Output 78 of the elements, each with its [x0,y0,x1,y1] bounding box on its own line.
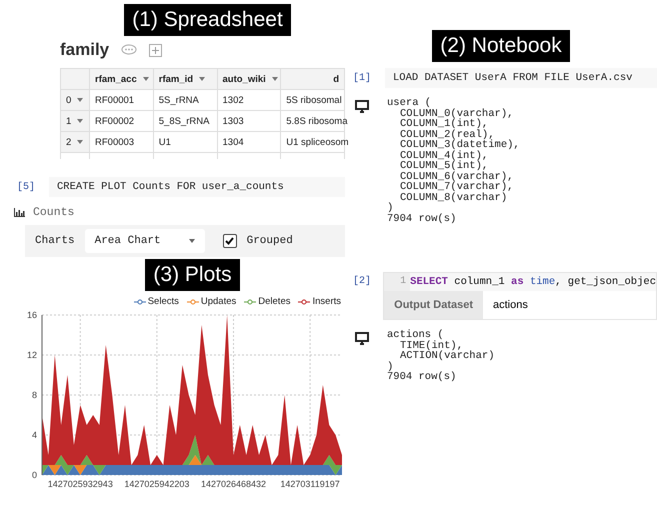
y-tick-label: 4 [32,430,37,440]
output-text: COLUMN_8(varchar) [399,192,508,203]
output-text: usera ( [387,98,432,108]
output-dataset-label: Output Dataset [393,299,474,311]
output-text: TIME(int), [399,340,464,351]
code-cell[interactable]: CREATE PLOT Counts FOR user_a_counts [49,177,345,197]
output-text: COLUMN_4(int), [399,150,490,161]
row-index: 0 [66,94,72,106]
bar-chart-icon [14,208,25,217]
cell-prompt: [2] [353,276,372,287]
output-text: ) [387,203,394,214]
caret-icon[interactable] [272,77,278,81]
y-tick-label: 0 [32,470,37,480]
plot-title: Counts [33,206,74,219]
caret-icon[interactable] [199,77,206,81]
output-text: COLUMN_5(int), [399,161,488,172]
legend-marker-icon [298,298,310,304]
output-text: COLUMN_0(varchar), [399,108,514,119]
table-cell: RF00003 [90,132,154,152]
y-tick-label: 12 [26,350,37,360]
table-cell: 1304 [217,132,281,152]
caption-label: (3) Plots [145,259,240,291]
y-tick-label: 16 [26,310,37,320]
legend-item[interactable]: Updates [186,296,236,307]
legend-marker-icon [134,298,146,304]
caret-icon[interactable] [77,98,84,102]
output-text: ) [387,362,394,372]
legend-item[interactable]: Inserts [298,296,341,307]
row-count: 7904 row(s) [387,214,458,224]
code-line[interactable]: SELECT column_1 as time, get_json_objec [410,276,656,288]
x-tick-label: 1427025932943 [48,479,113,489]
table-cell: 1302 [217,90,281,110]
grouped-checkbox[interactable] [222,234,237,248]
table-cell: 5S_rRNA [153,90,217,110]
row-count: 7904 row(s) [387,372,458,382]
table-cell: RF00001 [90,90,154,110]
table-cell: 5_8S_rRNA [153,110,217,132]
table-cell: U1 [153,132,217,152]
y-tick-label: 8 [32,390,37,400]
legend-item[interactable]: Deletes [244,296,290,307]
x-tick-label: 1427026468432 [200,479,266,489]
output-text: actions ( [387,330,444,340]
x-tick-label: 1427025942203 [124,479,190,489]
code-cell[interactable]: LOAD DATASET UserA FROM FILE UserA.csv [385,68,657,88]
legend-marker-icon [244,298,256,304]
table-cell: 5S ribosomal [280,90,344,110]
add-icon[interactable] [149,44,162,56]
grouped-label: Grouped [246,235,293,247]
table-cell: 1303 [217,110,281,132]
output-text: COLUMN_6(varchar), [399,172,514,182]
output-text: COLUMN_1(int), [399,119,488,130]
comment-icon[interactable] [121,44,138,56]
column-header[interactable]: d [333,74,339,84]
cell-prompt: [1] [353,72,372,84]
caption-label: (2) Notebook [432,30,570,62]
charts-label: Charts [35,235,75,247]
output-text: COLUMN_2(real), [399,130,495,140]
x-tick-label: 142703119197 [280,479,340,489]
sheet-title: family [60,40,110,60]
row-index: 1 [66,116,72,126]
caret-icon [188,239,195,243]
line-number: 1 [384,273,410,291]
table-cell: RF00002 [90,110,154,132]
cell-prompt: [5] [17,182,36,192]
legend-item[interactable]: Selects [134,296,179,307]
chart-type-dropdown[interactable]: Area Chart [84,229,205,253]
row-index: 2 [66,136,72,148]
monitor-icon [355,100,369,113]
caret-icon[interactable] [77,119,84,123]
legend-marker-icon [186,298,199,304]
caption-label: (1) Spreadsheet [124,4,291,36]
output-text: ACTION(varchar) [399,351,495,362]
monitor-icon [355,332,369,345]
output-text: COLUMN_3(datetime), [399,140,520,150]
caret-icon[interactable] [142,77,149,81]
output-text: COLUMN_7(varchar), [399,182,514,192]
caret-icon[interactable] [77,140,84,144]
output-dataset-field[interactable]: actions [483,291,656,319]
